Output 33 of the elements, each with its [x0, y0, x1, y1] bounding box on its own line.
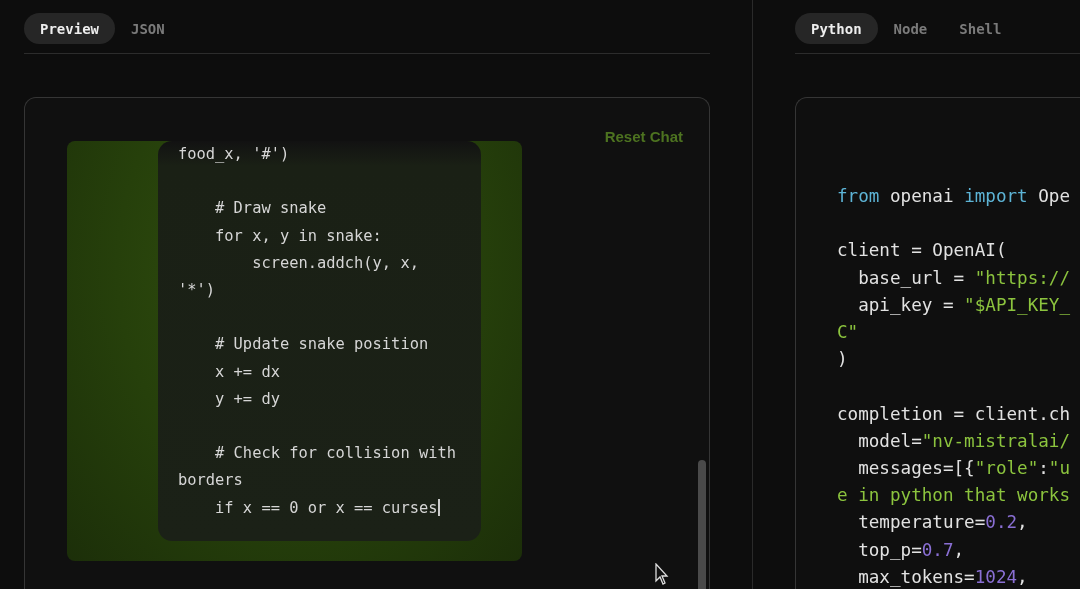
- code-line: api_key = "$API_KEY_: [857, 293, 1071, 317]
- scrollbar-thumb[interactable]: [698, 460, 706, 589]
- code-line: model="nv-mistralai/: [857, 429, 1071, 453]
- tab[interactable]: Shell: [943, 13, 1018, 44]
- tab[interactable]: Python: [795, 13, 878, 44]
- code-line: # Check for collision with: [214, 443, 456, 465]
- tab[interactable]: JSON: [115, 13, 181, 44]
- code-line: # Update snake position: [214, 334, 429, 356]
- code-line: y += dy: [214, 388, 280, 410]
- code-line: for x, y in snake:: [214, 225, 382, 247]
- code-line: screen.addch(y, x,: [251, 252, 419, 274]
- code-line: if x == 0 or x == curses: [214, 497, 440, 519]
- mouse-pointer-icon: [655, 563, 669, 585]
- code-line: e in python that works: [837, 484, 1071, 508]
- code-line: completion = client.ch: [837, 402, 1071, 426]
- code-line: top_p=0.7,: [857, 538, 965, 562]
- code-line: food_x, '#'): [178, 144, 290, 165]
- code-line: max_tokens=1024,: [857, 565, 1028, 589]
- code-line: messages=[{"role":"u: [857, 457, 1071, 480]
- code-line: borders: [178, 470, 243, 492]
- code-line: C": [837, 321, 859, 344]
- code-line: from openai import Ope: [837, 185, 1071, 208]
- code-line: client = OpenAI(: [837, 239, 1007, 263]
- code-line: ): [837, 348, 848, 372]
- tab[interactable]: Preview: [24, 13, 115, 44]
- code-line: x += dx: [214, 361, 280, 383]
- code-line: # Draw snake: [214, 198, 327, 220]
- code-line: temperature=0.2,: [857, 511, 1028, 535]
- reset-chat-button[interactable]: Reset Chat: [604, 128, 683, 145]
- tab[interactable]: Node: [877, 13, 944, 44]
- code-line: '*'): [178, 280, 216, 301]
- text-cursor-icon: [438, 498, 440, 516]
- code-line: base_url = "https://: [857, 266, 1071, 290]
